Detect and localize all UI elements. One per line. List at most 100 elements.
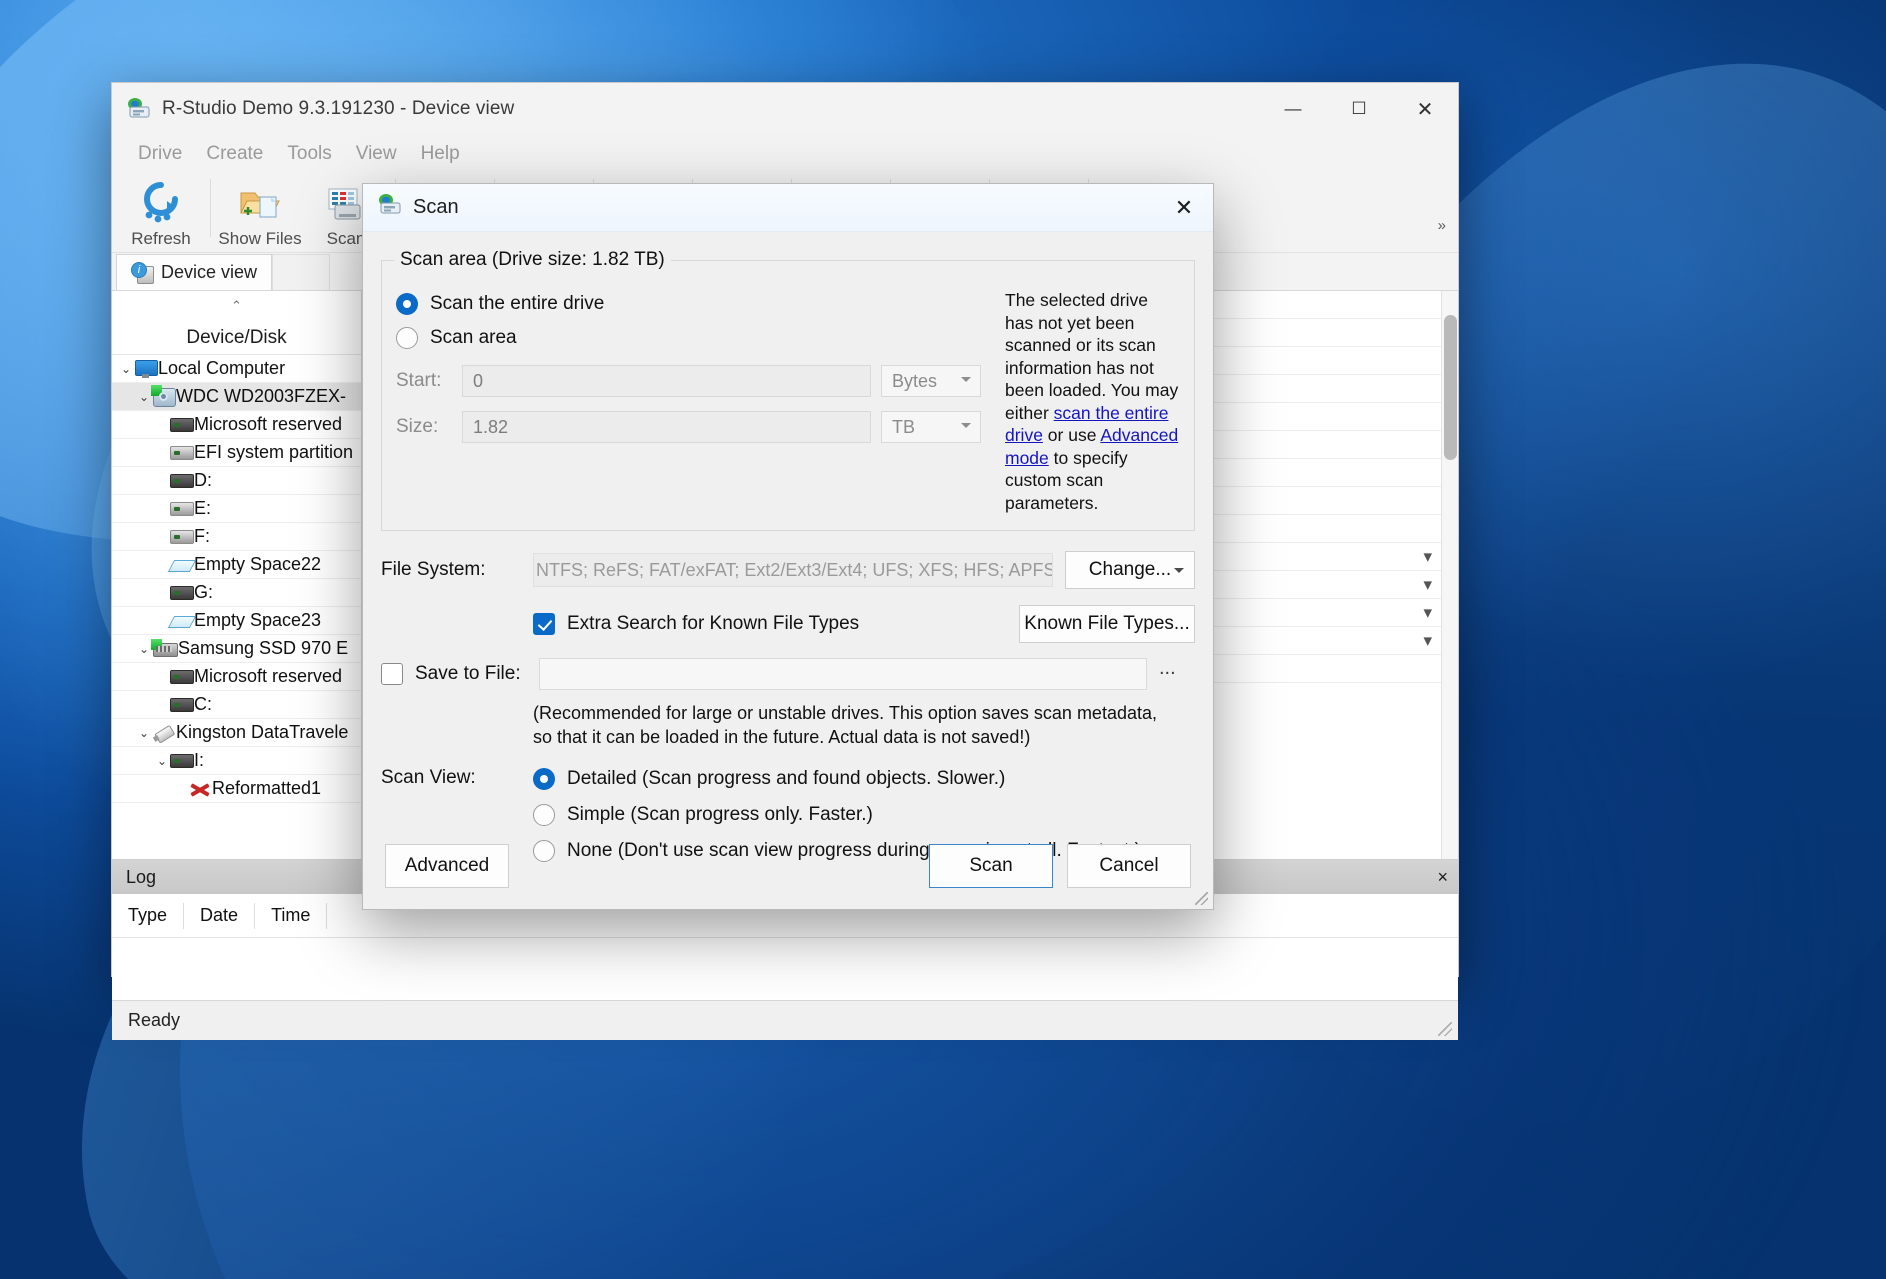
start-label: Start: bbox=[396, 370, 452, 392]
start-unit-value: Bytes bbox=[892, 371, 937, 392]
details-row-caret[interactable]: ▾ bbox=[1423, 547, 1432, 567]
log-title: Log bbox=[126, 867, 156, 888]
dialog-footer: Advanced Scan Cancel bbox=[363, 823, 1213, 909]
tree-row-label: Microsoft reserved bbox=[194, 414, 342, 435]
tree-row[interactable]: Reformatted1 bbox=[112, 775, 361, 803]
tree-row[interactable]: E: bbox=[112, 495, 361, 523]
log-column-time[interactable]: Time bbox=[255, 903, 327, 929]
tree-row[interactable]: ⌄ WDC WD2003FZEX- bbox=[112, 383, 361, 411]
tree-row-label: WDC WD2003FZEX- bbox=[176, 386, 346, 407]
start-unit-select[interactable]: Bytes bbox=[881, 365, 981, 397]
log-column-date[interactable]: Date bbox=[184, 903, 255, 929]
tree-row-label: EFI system partition bbox=[194, 442, 353, 463]
tree-twisty-icon[interactable]: ⌄ bbox=[118, 362, 134, 376]
toolbar-label: Scan bbox=[327, 229, 366, 249]
toolbar-button-refresh[interactable]: Refresh bbox=[118, 177, 204, 249]
tree-row[interactable]: Microsoft reserved bbox=[112, 411, 361, 439]
resize-grip[interactable] bbox=[1438, 1022, 1452, 1036]
show-files-icon bbox=[236, 179, 284, 227]
details-row-caret[interactable]: ▾ bbox=[1423, 631, 1432, 651]
extra-search-checkbox[interactable] bbox=[533, 613, 555, 635]
start-row: Start: 0 Bytes bbox=[396, 361, 981, 401]
details-row-caret[interactable]: ▾ bbox=[1423, 575, 1432, 595]
details-scrollbar[interactable] bbox=[1441, 291, 1458, 859]
tree-row[interactable]: EFI system partition bbox=[112, 439, 361, 467]
details-row-caret[interactable]: ▾ bbox=[1423, 603, 1432, 623]
size-label: Size: bbox=[396, 416, 452, 438]
tree-row-label: G: bbox=[194, 582, 213, 603]
tree-row-label: F: bbox=[194, 526, 210, 547]
toolbar-separator bbox=[210, 179, 211, 237]
cancel-button[interactable]: Cancel bbox=[1067, 844, 1191, 888]
tree-row[interactable]: Empty Space22 bbox=[112, 551, 361, 579]
device-view-icon bbox=[131, 263, 153, 283]
file-system-value[interactable]: NTFS; ReFS; FAT/exFAT; Ext2/Ext3/Ext4; U… bbox=[533, 553, 1053, 587]
collapse-arrow-icon[interactable]: ⌃ bbox=[112, 291, 361, 321]
start-input[interactable]: 0 bbox=[462, 365, 871, 397]
tree-twisty-icon[interactable]: ⌄ bbox=[136, 642, 152, 656]
tree-row-label: Reformatted1 bbox=[212, 778, 321, 799]
tree-row-label: Samsung SSD 970 E bbox=[178, 638, 348, 659]
empty-space-icon bbox=[170, 558, 194, 572]
radio-scan-entire-drive[interactable]: Scan the entire drive bbox=[396, 287, 981, 321]
known-file-types-button[interactable]: Known File Types... bbox=[1019, 605, 1195, 643]
disk-icon bbox=[152, 387, 176, 406]
note-line-2: so that it can be loaded in the future. … bbox=[533, 725, 1195, 749]
tree-row[interactable]: D: bbox=[112, 467, 361, 495]
browse-button[interactable]: ... bbox=[1159, 657, 1195, 691]
tree-row[interactable]: Microsoft reserved bbox=[112, 663, 361, 691]
file-system-label: File System: bbox=[381, 559, 533, 581]
menu-item-tools[interactable]: Tools bbox=[275, 141, 343, 167]
log-column-type[interactable]: Type bbox=[112, 903, 184, 929]
monitor-icon bbox=[134, 360, 158, 378]
menu-item-create[interactable]: Create bbox=[194, 141, 275, 167]
radio-scan-area[interactable]: Scan area bbox=[396, 321, 981, 355]
toolbar-button-show-files[interactable]: Show Files bbox=[217, 177, 303, 249]
radio-scan-view-detailed[interactable]: Detailed (Scan progress and found object… bbox=[533, 761, 1195, 797]
tree-row-label: D: bbox=[194, 470, 212, 491]
tree-row[interactable]: F: bbox=[112, 523, 361, 551]
save-to-file-checkbox[interactable] bbox=[381, 663, 403, 685]
dialog-body: Scan area (Drive size: 1.82 TB) Scan the… bbox=[363, 232, 1213, 869]
hdd-icon bbox=[170, 530, 194, 544]
menu-item-drive[interactable]: Drive bbox=[126, 141, 194, 167]
tree-twisty-icon[interactable]: ⌄ bbox=[136, 390, 152, 404]
tree-row[interactable]: ⌄Local Computer bbox=[112, 355, 361, 383]
change-file-system-button[interactable]: Change... bbox=[1065, 551, 1195, 589]
tree-twisty-icon[interactable]: ⌄ bbox=[154, 754, 170, 768]
rstudio-icon bbox=[126, 97, 152, 121]
size-unit-select[interactable]: TB bbox=[881, 411, 981, 443]
tree-row[interactable]: ⌄Kingston DataTravele bbox=[112, 719, 361, 747]
reformatted-x-icon bbox=[188, 780, 212, 798]
tree-row[interactable]: G: bbox=[112, 579, 361, 607]
maximize-button[interactable]: ☐ bbox=[1326, 83, 1392, 135]
tree-row[interactable]: C: bbox=[112, 691, 361, 719]
toolbar-label: Refresh bbox=[131, 229, 191, 249]
save-to-file-label: Save to File: bbox=[415, 663, 527, 685]
title-bar: R-Studio Demo 9.3.191230 - Device view —… bbox=[112, 83, 1458, 135]
log-close-icon[interactable]: × bbox=[1437, 867, 1448, 888]
toolbar-overflow-button[interactable]: » bbox=[1438, 217, 1446, 234]
menu-item-view[interactable]: View bbox=[344, 141, 409, 167]
minimize-button[interactable]: — bbox=[1260, 83, 1326, 135]
dialog-close-button[interactable]: ✕ bbox=[1155, 184, 1213, 232]
tab-device-view[interactable]: Device view bbox=[116, 254, 272, 290]
scrollbar-thumb[interactable] bbox=[1444, 315, 1457, 460]
close-button[interactable]: ✕ bbox=[1392, 83, 1458, 135]
advanced-button[interactable]: Advanced bbox=[385, 844, 509, 888]
hdd-icon bbox=[170, 586, 194, 600]
tree-row[interactable]: ⌄I: bbox=[112, 747, 361, 775]
tree-row-label: Microsoft reserved bbox=[194, 666, 342, 687]
save-to-file-input[interactable] bbox=[539, 658, 1147, 690]
dialog-title: Scan bbox=[413, 196, 459, 219]
tree-row[interactable]: ⌄ Samsung SSD 970 E bbox=[112, 635, 361, 663]
dialog-resize-grip[interactable] bbox=[1195, 892, 1208, 905]
tree-row[interactable]: Empty Space23 bbox=[112, 607, 361, 635]
menu-item-help[interactable]: Help bbox=[409, 141, 472, 167]
window-title: R-Studio Demo 9.3.191230 - Device view bbox=[162, 98, 514, 120]
tree-row-label: Kingston DataTravele bbox=[176, 722, 348, 743]
size-input[interactable]: 1.82 bbox=[462, 411, 871, 443]
status-bar: Ready bbox=[112, 1000, 1458, 1040]
scan-button[interactable]: Scan bbox=[929, 844, 1053, 888]
tab-label: Device view bbox=[161, 262, 257, 283]
